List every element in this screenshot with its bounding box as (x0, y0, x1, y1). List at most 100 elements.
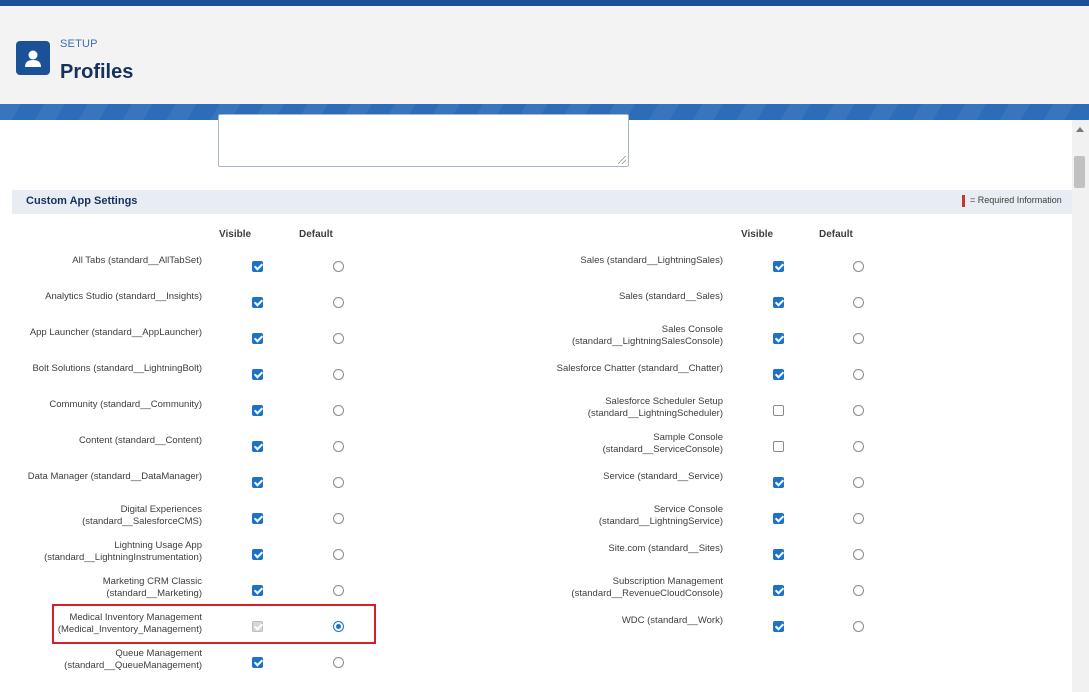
visible-checkbox[interactable] (773, 585, 784, 596)
visible-checkbox[interactable] (252, 549, 263, 560)
default-radio[interactable] (853, 549, 864, 560)
default-radio[interactable] (853, 297, 864, 308)
left-default-header: Default (299, 229, 333, 240)
default-radio[interactable] (333, 369, 344, 380)
visible-checkbox[interactable] (252, 333, 263, 344)
visible-checkbox[interactable] (252, 585, 263, 596)
visible-checkbox[interactable] (773, 513, 784, 524)
app-label: Marketing CRM Classic (standard__Marketin… (103, 576, 202, 600)
app-label-line2: (standard__QueueManagement) (64, 660, 202, 671)
header-eyebrow: SETUP (60, 38, 98, 50)
default-radio[interactable] (853, 261, 864, 272)
visible-checkbox[interactable] (252, 513, 263, 524)
app-label-line2: (standard__LightningScheduler) (587, 408, 723, 419)
app-label-line2: (standard__LightningService) (598, 516, 723, 527)
app-label-line1: Sales (standard__Sales) (618, 291, 723, 302)
default-radio[interactable] (333, 405, 344, 416)
app-label: Digital Experiences (standard__Salesforce… (82, 504, 202, 528)
default-radio[interactable] (853, 441, 864, 452)
app-label-line2: (standard__LightningInstrumentation) (44, 552, 202, 563)
app-label-line1: Data Manager (standard__DataManager) (27, 471, 202, 482)
app-label-line1: Sample Console (653, 432, 723, 443)
default-radio[interactable] (333, 441, 344, 452)
visible-checkbox[interactable] (252, 477, 263, 488)
app-label: Sales Console (standard__LightningSalesCo… (572, 324, 723, 348)
app-label-line1: Salesforce Scheduler Setup (605, 396, 723, 407)
visible-checkbox[interactable] (252, 297, 263, 308)
app-label: Queue Management (standard__QueueManageme… (64, 648, 202, 672)
visible-checkbox[interactable] (773, 441, 784, 452)
scrollbar[interactable] (1072, 120, 1089, 692)
default-radio[interactable] (333, 657, 344, 668)
app-label: Analytics Studio (standard__Insights) (45, 291, 202, 303)
app-label-line1: WDC (standard__Work) (621, 615, 723, 626)
default-radio[interactable] (333, 261, 344, 272)
app-label-line1: Marketing CRM Classic (102, 576, 202, 587)
visible-checkbox[interactable] (773, 297, 784, 308)
visible-checkbox[interactable] (252, 441, 263, 452)
app-label-line1: Digital Experiences (120, 504, 202, 515)
section-header: Custom App Settings = Required Informati… (12, 190, 1072, 214)
scroll-up-icon[interactable] (1076, 127, 1084, 132)
visible-checkbox[interactable] (252, 261, 263, 272)
app-label: Data Manager (standard__DataManager) (28, 471, 202, 483)
app-label: Sample Console (standard__ServiceConsole) (603, 432, 723, 456)
app-label: Service Console (standard__LightningServi… (599, 504, 723, 528)
app-label-line1: Salesforce Chatter (standard__Chatter) (556, 363, 723, 374)
app-label: Sales (standard__LightningSales) (580, 255, 723, 267)
required-marker (962, 195, 965, 207)
app-label-line1: Service Console (653, 504, 723, 515)
left-visible-header: Visible (219, 229, 252, 240)
default-radio[interactable] (853, 333, 864, 344)
right-default-header: Default (819, 229, 853, 240)
default-radio[interactable] (333, 585, 344, 596)
highlight-box (52, 604, 376, 644)
app-label: Service (standard__Service) (603, 471, 723, 483)
default-radio[interactable] (853, 405, 864, 416)
visible-checkbox[interactable] (773, 549, 784, 560)
visible-checkbox[interactable] (773, 333, 784, 344)
section-title: Custom App Settings (26, 195, 138, 207)
app-label: WDC (standard__Work) (622, 615, 723, 627)
default-radio[interactable] (333, 477, 344, 488)
resize-grip-icon[interactable] (618, 156, 626, 164)
app-label: All Tabs (standard__AllTabSet) (72, 255, 202, 267)
app-label-line1: Sales (standard__LightningSales) (580, 255, 723, 266)
app-label-line1: App Launcher (standard__AppLauncher) (29, 327, 202, 338)
app-label-line1: Bolt Solutions (standard__LightningBolt) (32, 363, 202, 374)
visible-checkbox[interactable] (252, 405, 263, 416)
visible-checkbox[interactable] (252, 369, 263, 380)
app-label: Sales (standard__Sales) (619, 291, 723, 303)
visible-checkbox[interactable] (773, 261, 784, 272)
scroll-thumb[interactable] (1074, 156, 1085, 188)
default-radio[interactable] (853, 477, 864, 488)
visible-checkbox[interactable] (773, 405, 784, 416)
app-label: Subscription Management (standard__Revenu… (571, 576, 723, 600)
visible-checkbox[interactable] (252, 657, 263, 668)
default-radio[interactable] (333, 333, 344, 344)
visible-checkbox[interactable] (773, 477, 784, 488)
visible-checkbox[interactable] (773, 369, 784, 380)
default-radio[interactable] (333, 513, 344, 524)
app-label-line1: Community (standard__Community) (49, 399, 202, 410)
app-label-line1: Sales Console (661, 324, 723, 335)
default-radio[interactable] (853, 513, 864, 524)
app-label: Salesforce Chatter (standard__Chatter) (557, 363, 723, 375)
app-label: Salesforce Scheduler Setup (standard__Lig… (588, 396, 723, 420)
required-info-text: = Required Information (970, 195, 1062, 205)
default-radio[interactable] (333, 549, 344, 560)
app-label-line2: (standard__RevenueCloudConsole) (571, 588, 723, 599)
visible-checkbox[interactable] (773, 621, 784, 632)
description-textarea[interactable] (218, 114, 629, 167)
default-radio[interactable] (853, 369, 864, 380)
app-label-line1: Queue Management (115, 648, 202, 659)
page-header: SETUP Profiles (0, 6, 1089, 105)
default-radio[interactable] (853, 621, 864, 632)
app-label-line2: (standard__SalesforceCMS) (82, 516, 202, 527)
app-label-line1: Subscription Management (612, 576, 723, 587)
default-radio[interactable] (853, 585, 864, 596)
default-radio[interactable] (333, 297, 344, 308)
app-label: App Launcher (standard__AppLauncher) (30, 327, 202, 339)
app-label-line1: Lightning Usage App (114, 540, 202, 551)
app-label: Bolt Solutions (standard__LightningBolt) (32, 363, 202, 375)
